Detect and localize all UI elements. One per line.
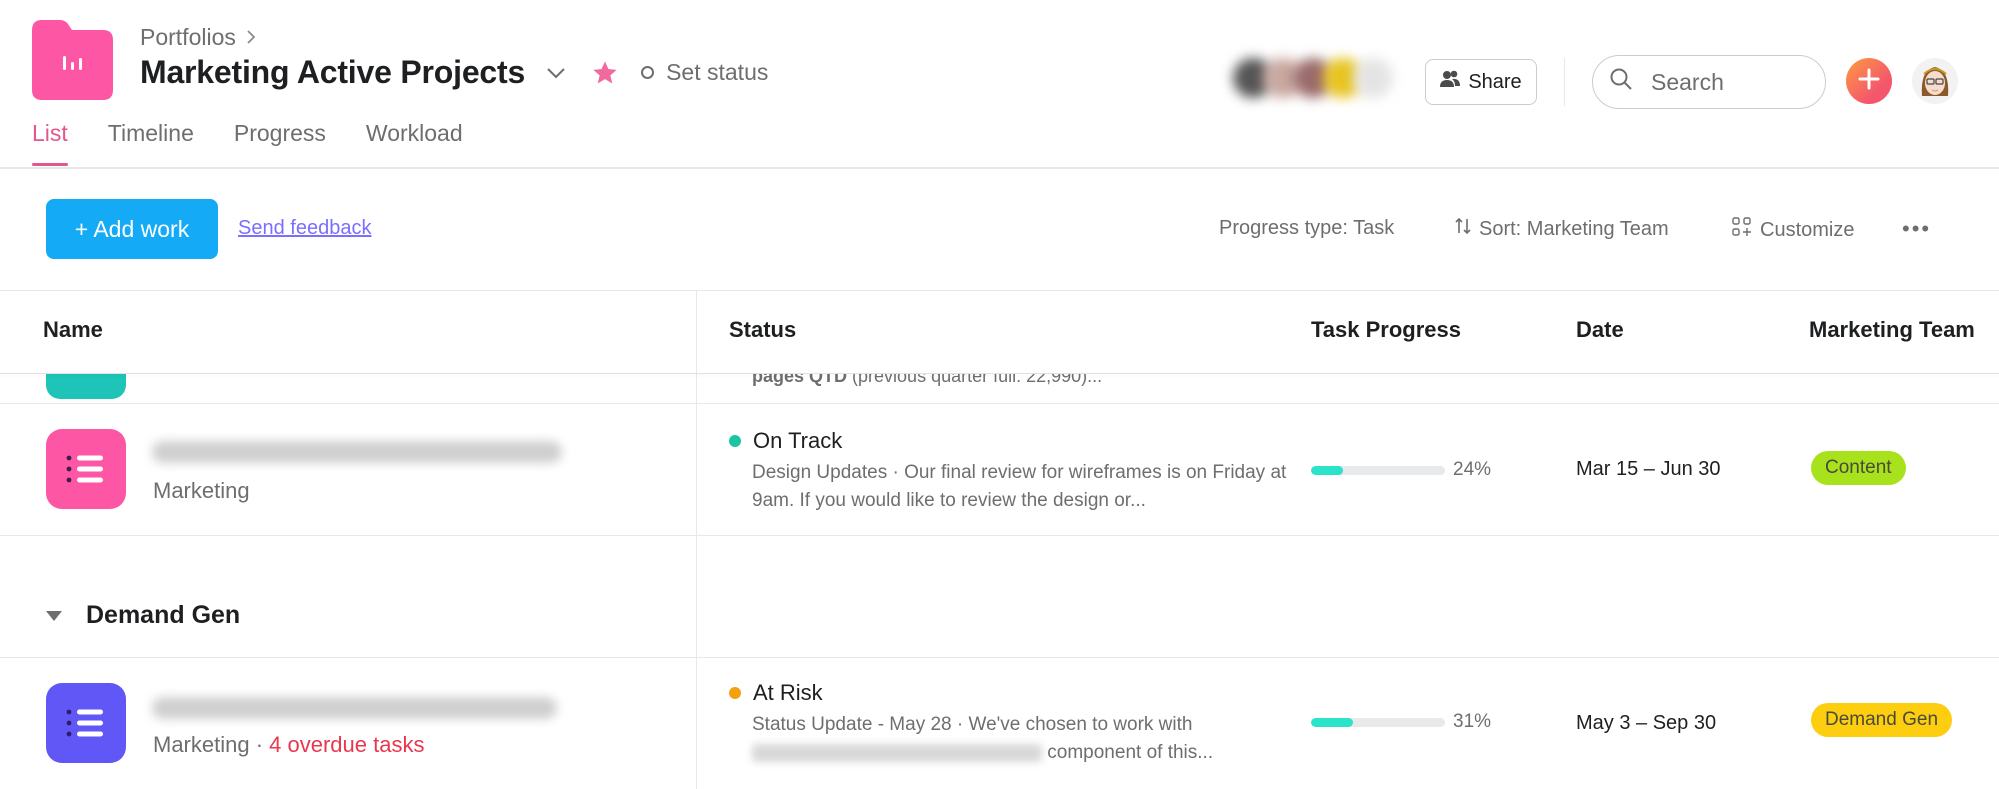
user-avatar[interactable] [1912, 58, 1958, 104]
share-button[interactable]: Share [1425, 59, 1537, 105]
progress-bar [1311, 717, 1445, 727]
share-label: Share [1468, 70, 1522, 93]
tab-list[interactable]: List [32, 120, 68, 168]
header-divider [0, 167, 1999, 169]
section-title: Demand Gen [86, 601, 241, 629]
project-name-redacted[interactable] [152, 441, 562, 463]
plus-icon [1858, 68, 1880, 95]
task-progress-cell: 31% [1311, 711, 1491, 733]
project-icon [46, 683, 126, 763]
send-feedback-link[interactable]: Send feedback [238, 217, 371, 240]
status-description: pages QTD (previous quarter full: 22,990… [752, 374, 1103, 386]
marketing-team-tag[interactable]: Content [1811, 451, 1906, 485]
title-row: Marketing Active Projects Set status [140, 54, 768, 91]
project-subtitle: Marketing · 4 overdue tasks [153, 732, 425, 757]
marketing-team-tag[interactable]: Demand Gen [1811, 703, 1953, 737]
progress-bar-fill [1311, 717, 1353, 727]
set-status-label: Set status [666, 59, 769, 85]
chevron-right-icon [246, 24, 256, 51]
tab-progress[interactable]: Progress [234, 120, 326, 168]
status-cell[interactable]: On Track [729, 428, 842, 454]
date-range[interactable]: May 3 – Sep 30 [1576, 712, 1716, 735]
status-circle-icon [641, 66, 655, 79]
table-top-border [0, 290, 1999, 291]
status-cell[interactable]: At Risk [729, 680, 823, 706]
chevron-down-icon[interactable] [545, 62, 567, 84]
table-header-border [0, 373, 1999, 374]
divider [1564, 58, 1565, 106]
more-options-icon[interactable]: ••• [1902, 216, 1931, 242]
date-range[interactable]: Mar 15 – Jun 30 [1576, 458, 1721, 481]
view-tabs: List Timeline Progress Workload [32, 120, 463, 168]
breadcrumb-portfolios-link[interactable]: Portfolios [140, 24, 236, 51]
redacted-text [752, 743, 1042, 762]
project-name-redacted[interactable] [152, 697, 557, 719]
sort-button[interactable]: Sort: Marketing Team [1455, 217, 1669, 241]
progress-percent: 31% [1453, 711, 1492, 732]
caret-down-icon[interactable] [46, 610, 62, 621]
sort-label: Sort: Marketing Team [1479, 217, 1669, 240]
row-divider [0, 535, 1999, 536]
page-title: Marketing Active Projects [140, 54, 526, 90]
progress-percent: 24% [1453, 459, 1492, 480]
search-input[interactable] [1651, 68, 1801, 96]
progress-bar [1311, 465, 1445, 475]
sort-arrows-icon [1455, 217, 1471, 241]
search-field[interactable] [1592, 55, 1826, 109]
project-icon [46, 429, 126, 509]
add-work-button[interactable]: + Add work [46, 199, 218, 259]
status-label: On Track [753, 428, 843, 453]
status-dot-icon [729, 687, 741, 699]
status-description: Design Updates · Our final review for wi… [752, 462, 1287, 511]
column-header-name[interactable]: Name [43, 317, 103, 343]
column-header-task-progress[interactable]: Task Progress [1311, 317, 1461, 343]
project-icon [46, 374, 126, 399]
tab-timeline[interactable]: Timeline [108, 120, 194, 168]
project-subtitle: Marketing [153, 478, 250, 503]
quick-add-button[interactable] [1846, 58, 1892, 104]
people-icon [1440, 70, 1461, 94]
column-header-marketing-team[interactable]: Marketing Team [1809, 317, 1975, 343]
tab-workload[interactable]: Workload [366, 120, 463, 168]
table-row[interactable]: pages QTD (previous quarter full: 22,990… [0, 374, 1999, 403]
section-header-demand-gen[interactable]: Demand Gen [46, 601, 240, 630]
status-label: At Risk [753, 680, 823, 705]
customize-grid-icon [1732, 217, 1752, 243]
progress-bar-fill [1311, 465, 1344, 475]
status-dot-icon [729, 435, 741, 447]
avatar [1353, 58, 1393, 98]
status-description: Status Update - May 28 · We've chosen to… [752, 714, 1214, 763]
progress-type-label: Progress type: Task [1219, 217, 1395, 239]
column-header-date[interactable]: Date [1576, 317, 1624, 343]
set-status-button[interactable]: Set status [641, 59, 768, 86]
progress-type-button[interactable]: Progress type: Task [1219, 217, 1394, 240]
overdue-tasks-link[interactable]: 4 overdue tasks [269, 732, 424, 757]
portfolio-folder-icon [32, 20, 113, 100]
table-row[interactable]: Marketing · 4 overdue tasks At Risk Stat… [0, 658, 1999, 789]
collaborator-avatars[interactable] [1233, 58, 1393, 98]
task-progress-cell: 24% [1311, 459, 1491, 481]
breadcrumb: Portfolios [140, 24, 256, 51]
customize-label: Customize [1760, 218, 1855, 241]
customize-button[interactable]: Customize [1732, 217, 1854, 243]
star-icon[interactable] [591, 59, 619, 87]
column-header-status[interactable]: Status [729, 317, 796, 343]
search-icon [1609, 67, 1633, 97]
table-row[interactable]: Marketing On Track Design Updates · Our … [0, 404, 1999, 535]
